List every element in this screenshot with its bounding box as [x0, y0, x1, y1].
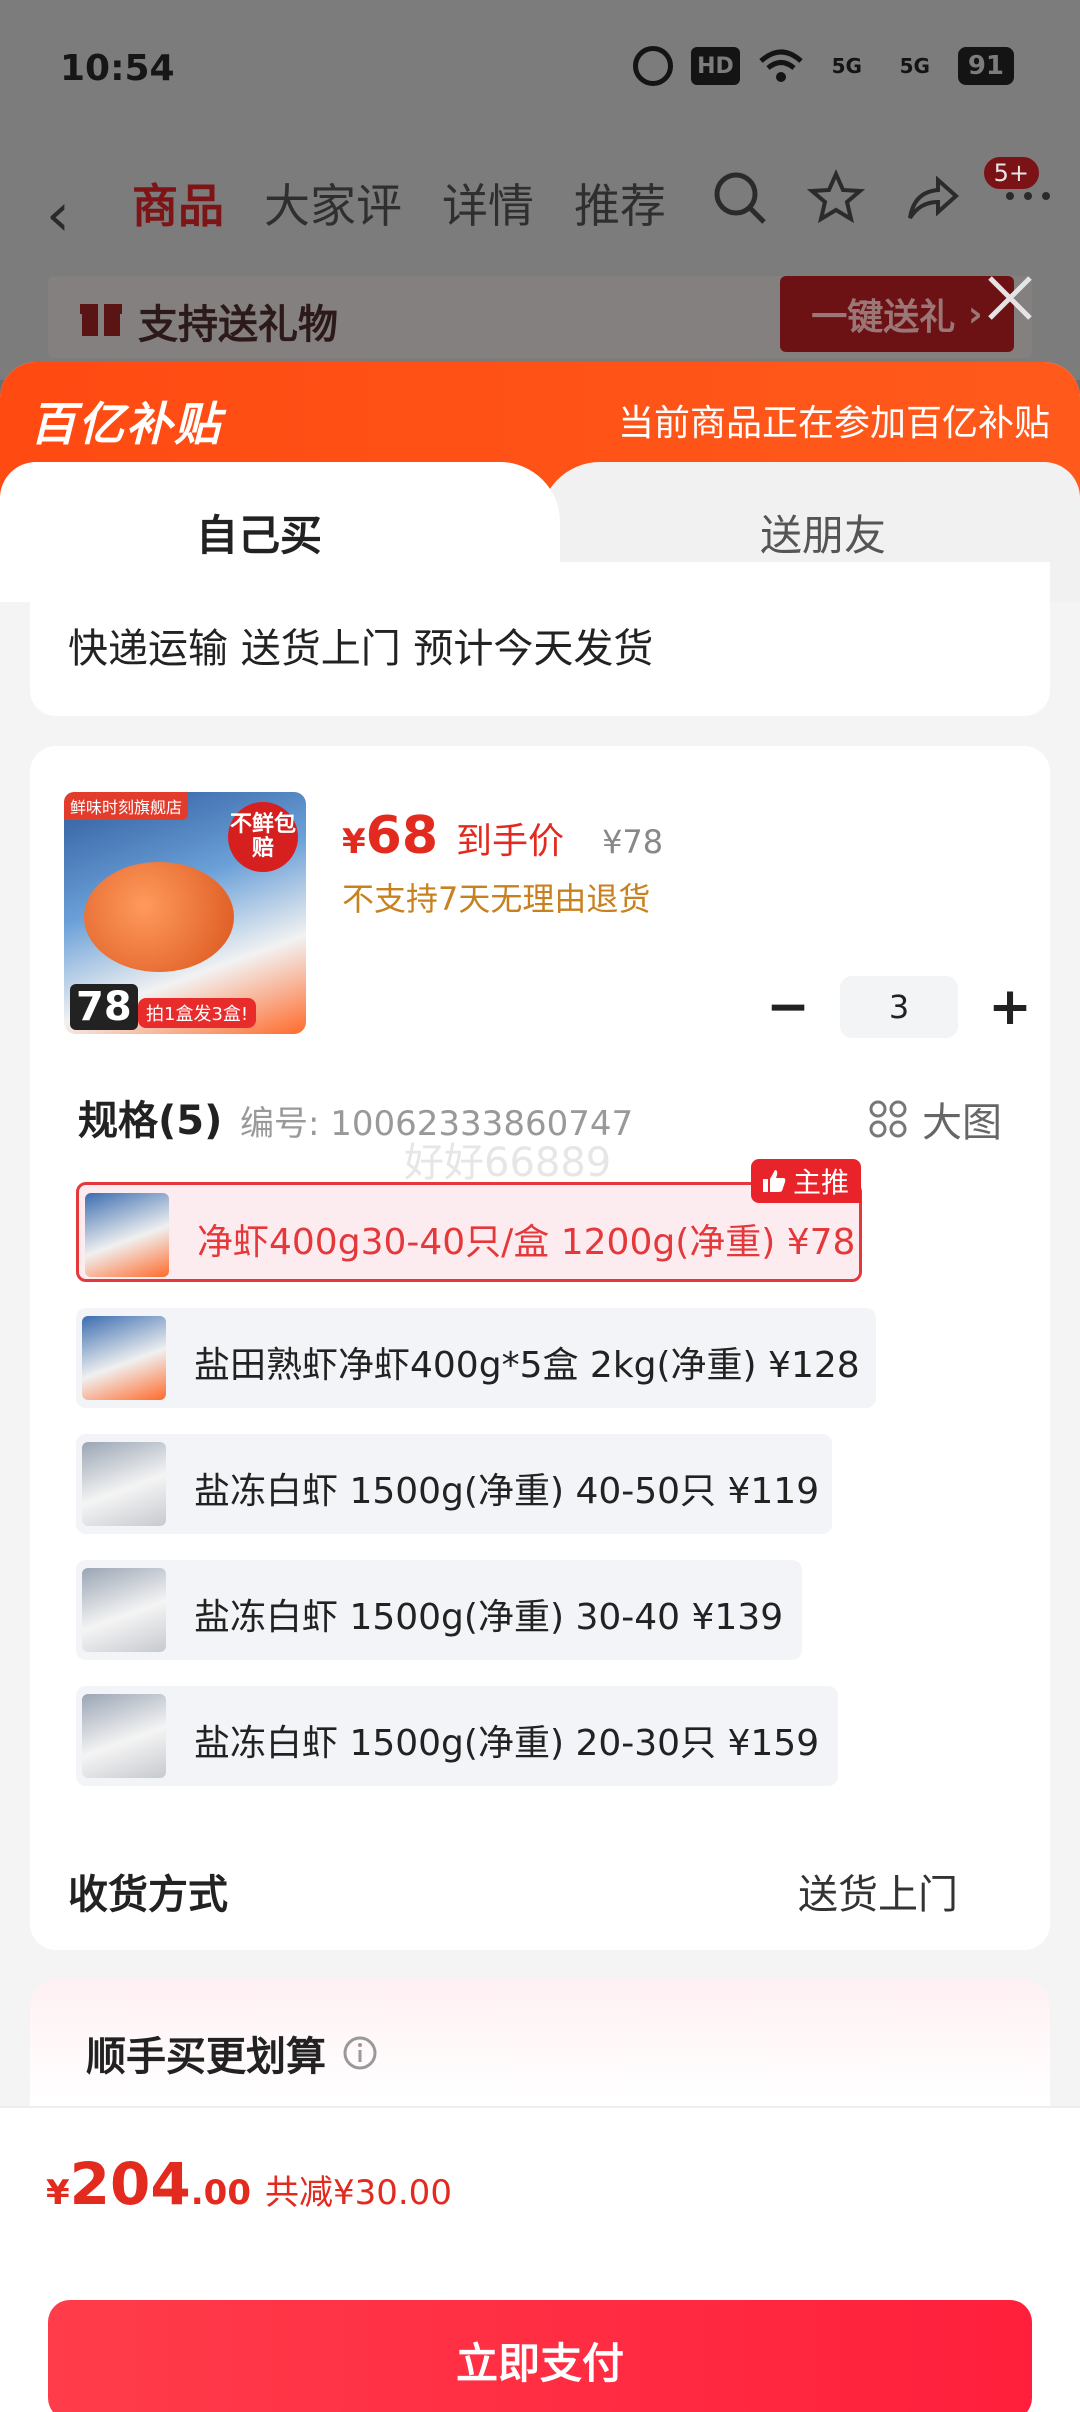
- hd-icon: HD: [691, 47, 740, 85]
- battery-icon: 91: [957, 47, 1014, 85]
- gift-icon: [80, 304, 122, 336]
- subsidy-note: 当前商品正在参加百亿补贴: [617, 403, 1050, 444]
- tab-reviews[interactable]: 大家评: [264, 170, 402, 236]
- status-bar: 10:54 HD 5G 5G 91: [0, 0, 1080, 140]
- decrease-button[interactable]: −: [760, 977, 816, 1037]
- pay-now-button[interactable]: 立即支付: [48, 2300, 1032, 2412]
- subsidy-logo: 百亿补贴: [30, 397, 222, 451]
- nav-bar: ‹ 商品 大家评 详情 推荐 5+: [0, 154, 1080, 270]
- purchase-sheet: 百亿补贴 当前商品正在参加百亿补贴 送朋友 自己买 快递运输 送货上门 预计今天…: [0, 362, 1080, 2412]
- checkout-bar: ¥ 204 .00 共减¥30.00 立即支付: [0, 2106, 1080, 2412]
- signal-icon-2: 5G: [899, 54, 930, 78]
- nav-tabs: 商品 大家评 详情 推荐: [132, 170, 666, 236]
- spec-title: 规格(5): [78, 1098, 223, 1144]
- spec-option[interactable]: 净虾400g30-40只/盒 1200g(净重) ¥78 主推: [76, 1159, 862, 1282]
- delivery-info: 快递运输 送货上门 预计今天发货: [68, 626, 654, 672]
- increase-button[interactable]: +: [982, 977, 1038, 1037]
- current-price: ¥68: [342, 806, 439, 866]
- option-label: 盐田熟虾净虾400g*5盒 2kg(净重) ¥128: [194, 1345, 860, 1386]
- quantity-input[interactable]: 3: [840, 976, 958, 1038]
- fresh-guarantee-seal: 不鲜包赔: [228, 802, 298, 872]
- nav-icons: 5+: [710, 154, 1058, 230]
- thumbs-up-icon: [762, 1170, 786, 1192]
- total-price: ¥ 204 .00 共减¥30.00: [46, 2150, 452, 2218]
- shipping-method-row[interactable]: 收货方式 送货上门: [68, 1862, 1012, 1920]
- grid-icon: [869, 1100, 907, 1138]
- spec-option[interactable]: 盐田熟虾净虾400g*5盒 2kg(净重) ¥128: [76, 1308, 876, 1408]
- gift-bar: 支持送礼物 一键送礼 ›: [48, 276, 1032, 358]
- quantity-stepper: − 3 +: [760, 976, 1038, 1038]
- recommend-badge: 主推: [750, 1159, 861, 1203]
- product-image[interactable]: 鲜味时刻旗舰店 不鲜包赔 78 拍1盒发3盒!: [64, 792, 306, 1034]
- option-label: 盐冻白虾 1500g(净重) 40-50只 ¥119: [194, 1471, 820, 1512]
- shop-tag: 鲜味时刻旗舰店: [64, 792, 189, 820]
- option-label: 净虾400g30-40只/盒 1200g(净重) ¥78: [197, 1222, 856, 1263]
- tab-recommend[interactable]: 推荐: [574, 170, 666, 236]
- tab-details[interactable]: 详情: [442, 170, 534, 236]
- option-thumbnail: [82, 1442, 166, 1526]
- gift-text: 支持送礼物: [138, 302, 338, 348]
- big-picture-label: 大图: [922, 1100, 1002, 1146]
- price-tag-label: 到手价: [456, 821, 565, 862]
- image-price-tag: 78: [70, 984, 138, 1030]
- spec-option[interactable]: 盐冻白虾 1500g(净重) 30-40 ¥139: [76, 1560, 802, 1660]
- wifi-icon: [758, 47, 804, 85]
- shipping-label: 收货方式: [68, 1872, 228, 1918]
- tab-gift-friend-label: 送朋友: [760, 511, 887, 560]
- search-icon[interactable]: [710, 168, 770, 228]
- star-icon[interactable]: [806, 168, 866, 228]
- alarm-icon: [633, 46, 674, 86]
- info-icon[interactable]: [342, 2035, 378, 2071]
- addon-title: 顺手买更划算: [86, 2024, 378, 2082]
- discount-text: 共减¥30.00: [264, 2173, 452, 2213]
- signal-icon: 5G: [831, 54, 862, 78]
- back-icon[interactable]: ‹: [46, 180, 70, 250]
- option-thumbnail: [82, 1694, 166, 1778]
- share-icon[interactable]: [902, 168, 962, 228]
- option-thumbnail: [82, 1568, 166, 1652]
- big-picture-button[interactable]: 大图: [868, 1090, 1002, 1148]
- delivery-card: 快递运输 送货上门 预计今天发货: [30, 562, 1050, 716]
- watermark: 好好66889: [404, 1140, 612, 1186]
- tab-buy-self-label: 自己买: [196, 511, 323, 560]
- more-menu[interactable]: 5+: [980, 154, 1058, 230]
- shipping-value: 送货上门: [798, 1872, 958, 1918]
- return-policy: 不支持7天无理由退货: [342, 880, 651, 918]
- notification-badge: 5+: [980, 154, 1042, 192]
- app-screen: 10:54 HD 5G 5G 91 ‹ 商品 大家评 详情 推荐 5+ 支持送礼…: [0, 0, 1080, 2412]
- price-row: ¥68 到手价 ¥78: [342, 806, 663, 866]
- product-card: 鲜味时刻旗舰店 不鲜包赔 78 拍1盒发3盒! ¥68 到手价 ¥78 不支持7…: [30, 746, 1050, 1950]
- option-label: 盐冻白虾 1500g(净重) 20-30只 ¥159: [194, 1723, 820, 1764]
- status-time: 10:54: [60, 48, 175, 89]
- shrimp-illustration: [84, 862, 234, 972]
- spec-option[interactable]: 盐冻白虾 1500g(净重) 20-30只 ¥159: [76, 1686, 838, 1786]
- original-price: ¥78: [602, 823, 664, 861]
- spec-option[interactable]: 盐冻白虾 1500g(净重) 40-50只 ¥119: [76, 1434, 832, 1534]
- close-icon[interactable]: [978, 266, 1042, 330]
- image-ribbon: 拍1盒发3盒!: [138, 998, 257, 1028]
- option-label: 盐冻白虾 1500g(净重) 30-40 ¥139: [194, 1597, 784, 1638]
- option-thumbnail: [82, 1316, 166, 1400]
- status-icons: HD 5G 5G 91: [633, 46, 1014, 86]
- tab-product[interactable]: 商品: [132, 170, 224, 236]
- option-thumbnail: [85, 1193, 169, 1277]
